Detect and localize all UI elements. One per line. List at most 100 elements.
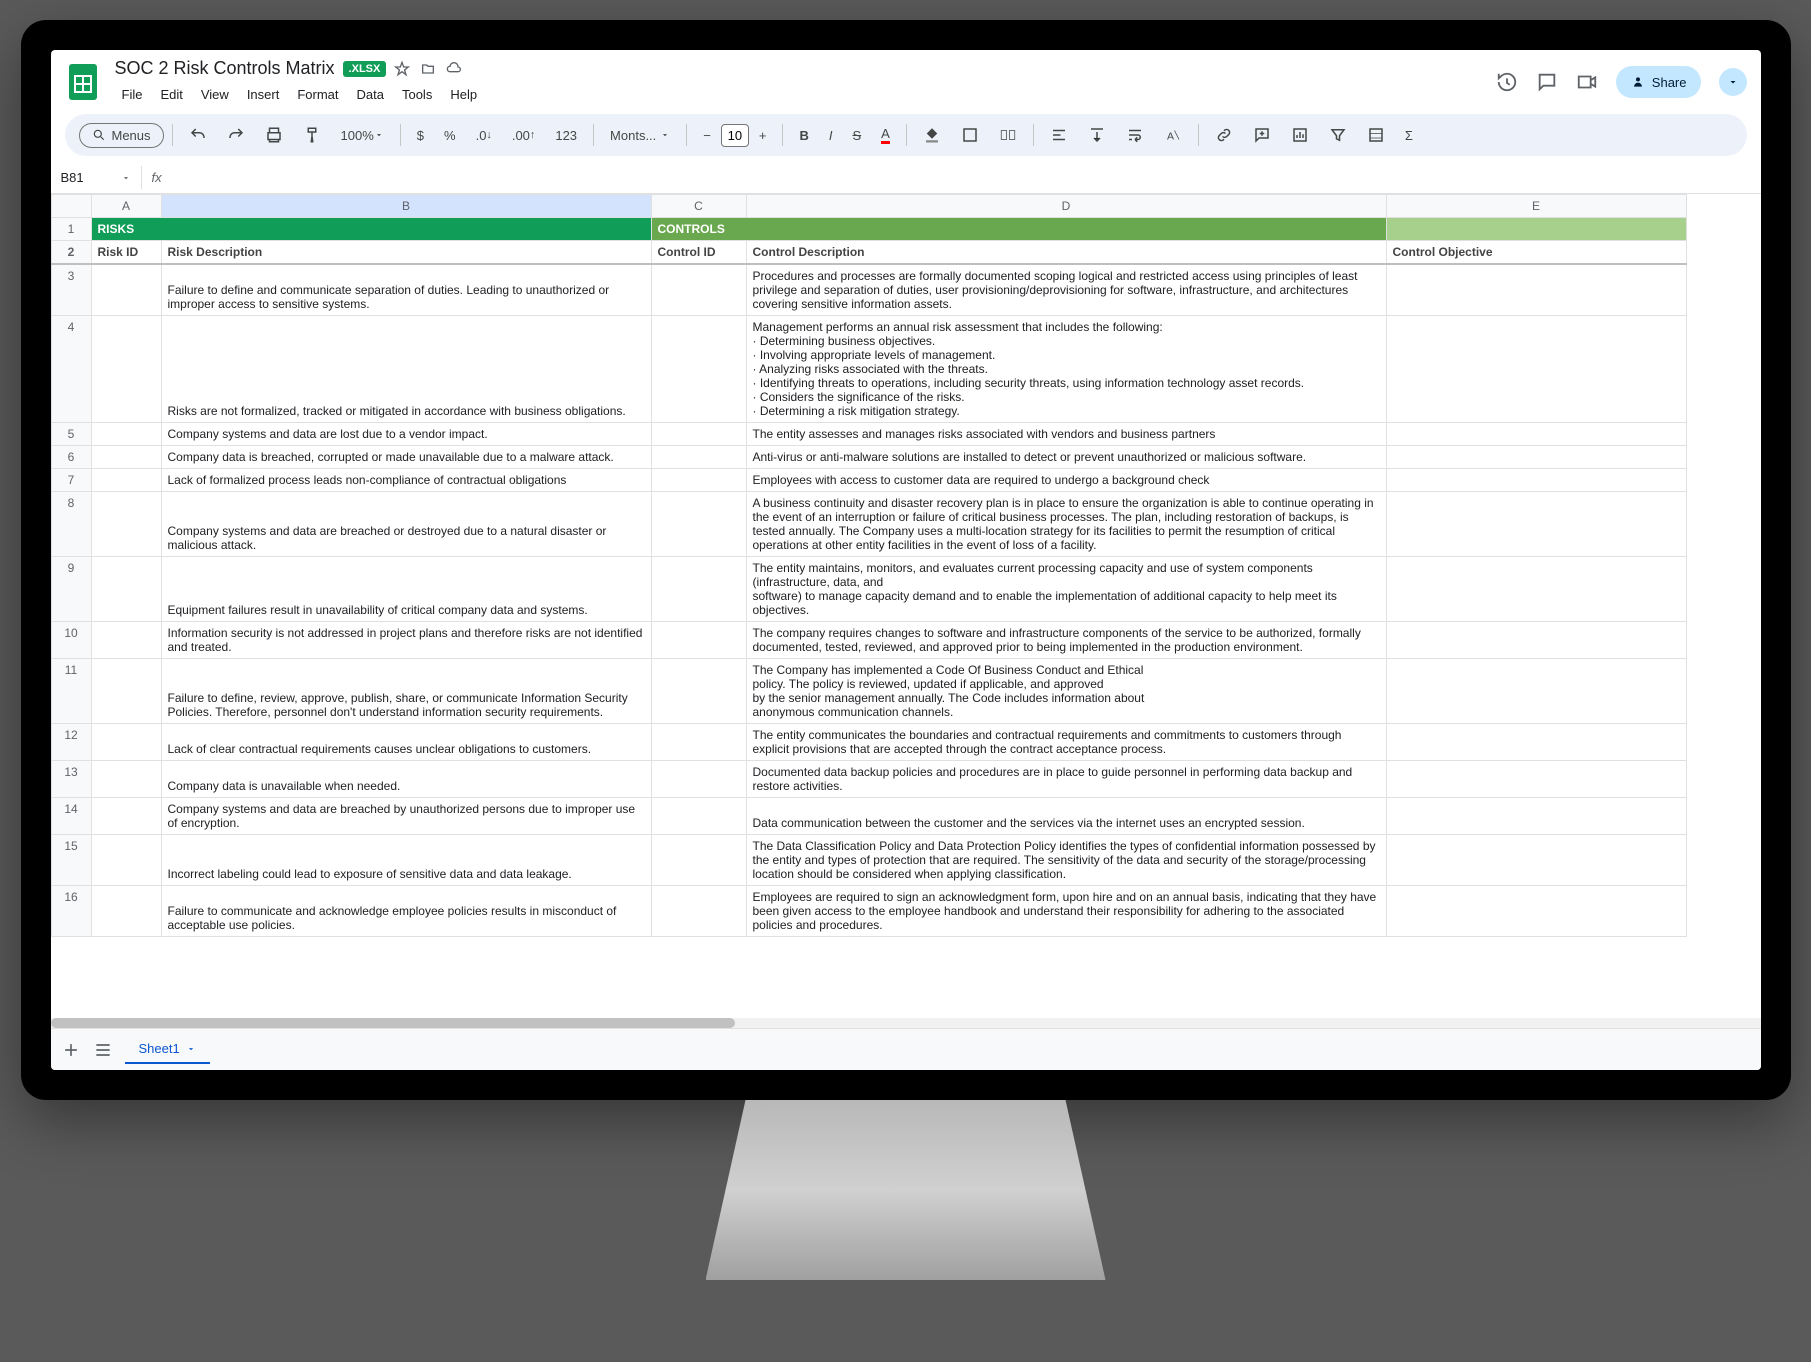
cell[interactable] (651, 886, 746, 937)
rotate-button[interactable]: A (1156, 120, 1190, 150)
increase-decimal-button[interactable]: .00↑ (504, 122, 544, 149)
cell[interactable] (1386, 446, 1686, 469)
row-header[interactable]: 12 (51, 724, 91, 761)
menu-view[interactable]: View (194, 83, 236, 106)
row-header[interactable]: 14 (51, 798, 91, 835)
comment-icon[interactable] (1536, 71, 1558, 93)
font-select[interactable]: Monts... (602, 124, 678, 147)
cell[interactable] (651, 264, 746, 316)
cell[interactable]: Data communication between the customer … (746, 798, 1386, 835)
controls-header-e[interactable] (1386, 218, 1686, 241)
star-icon[interactable] (394, 61, 410, 77)
table-view-button[interactable] (1359, 120, 1393, 150)
fill-color-button[interactable] (915, 120, 949, 150)
row-header[interactable]: 15 (51, 835, 91, 886)
cell[interactable]: The company requires changes to software… (746, 622, 1386, 659)
cell[interactable] (91, 798, 161, 835)
share-button[interactable]: Share (1616, 66, 1701, 98)
row-header[interactable]: 9 (51, 557, 91, 622)
bold-button[interactable]: B (791, 122, 816, 149)
cell[interactable] (1386, 264, 1686, 316)
cell[interactable] (1386, 761, 1686, 798)
cell[interactable] (91, 622, 161, 659)
row-header[interactable]: 10 (51, 622, 91, 659)
cell[interactable] (1386, 316, 1686, 423)
print-button[interactable] (257, 120, 291, 150)
align-button[interactable] (1042, 120, 1076, 150)
insert-chart-button[interactable] (1283, 120, 1317, 150)
cell[interactable] (651, 469, 746, 492)
cell[interactable] (651, 446, 746, 469)
history-icon[interactable] (1496, 71, 1518, 93)
cell[interactable]: Failure to define, review, approve, publ… (161, 659, 651, 724)
cell[interactable]: Lack of clear contractual requirements c… (161, 724, 651, 761)
add-sheet-button[interactable] (61, 1040, 81, 1060)
cell[interactable]: Documented data backup policies and proc… (746, 761, 1386, 798)
cell[interactable]: Control Objective (1386, 241, 1686, 265)
cell[interactable]: The entity maintains, monitors, and eval… (746, 557, 1386, 622)
cell[interactable] (1386, 724, 1686, 761)
menu-edit[interactable]: Edit (153, 83, 189, 106)
valign-button[interactable] (1080, 120, 1114, 150)
col-header-A[interactable]: A (91, 195, 161, 218)
cell[interactable]: Risks are not formalized, tracked or mit… (161, 316, 651, 423)
italic-button[interactable]: I (821, 122, 841, 149)
cell[interactable] (1386, 423, 1686, 446)
cell[interactable] (1386, 557, 1686, 622)
cell[interactable]: Anti-virus or anti-malware solutions are… (746, 446, 1386, 469)
row-header[interactable]: 3 (51, 264, 91, 316)
functions-button[interactable]: Σ (1397, 122, 1421, 149)
cell[interactable] (1386, 886, 1686, 937)
strikethrough-button[interactable]: S (845, 122, 870, 149)
undo-button[interactable] (181, 120, 215, 150)
cell[interactable] (651, 557, 746, 622)
cell[interactable] (1386, 492, 1686, 557)
link-button[interactable] (1207, 120, 1241, 150)
meet-icon[interactable] (1576, 71, 1598, 93)
cell[interactable]: Failure to define and communicate separa… (161, 264, 651, 316)
percent-button[interactable]: % (436, 122, 464, 149)
filter-button[interactable] (1321, 120, 1355, 150)
menu-format[interactable]: Format (290, 83, 345, 106)
cell[interactable]: Company data is unavailable when needed. (161, 761, 651, 798)
cell[interactable]: Risk Description (161, 241, 651, 265)
name-box[interactable]: B81 (51, 166, 141, 189)
menu-file[interactable]: File (115, 83, 150, 106)
horizontal-scrollbar[interactable] (51, 1018, 1761, 1028)
row-header[interactable]: 1 (51, 218, 91, 241)
merge-button[interactable] (991, 120, 1025, 150)
col-header-E[interactable]: E (1386, 195, 1686, 218)
cell[interactable]: Equipment failures result in unavailabil… (161, 557, 651, 622)
cell[interactable]: Company systems and data are lost due to… (161, 423, 651, 446)
cell[interactable] (91, 659, 161, 724)
increase-font-button[interactable]: + (751, 122, 775, 149)
redo-button[interactable] (219, 120, 253, 150)
cell[interactable]: Company systems and data are breached or… (161, 492, 651, 557)
col-header-D[interactable]: D (746, 195, 1386, 218)
cell[interactable]: Risk ID (91, 241, 161, 265)
wrap-button[interactable] (1118, 120, 1152, 150)
row-header[interactable]: 13 (51, 761, 91, 798)
cell[interactable] (91, 264, 161, 316)
sheet-tab[interactable]: Sheet1 (125, 1035, 210, 1064)
cloud-icon[interactable] (446, 61, 462, 77)
cell[interactable] (651, 659, 746, 724)
select-all-corner[interactable] (51, 195, 91, 218)
move-icon[interactable] (420, 61, 436, 77)
cell[interactable]: Control Description (746, 241, 1386, 265)
menu-tools[interactable]: Tools (395, 83, 439, 106)
zoom-select[interactable]: 100% (333, 122, 392, 149)
cell[interactable]: Procedures and processes are formally do… (746, 264, 1386, 316)
cell[interactable] (91, 423, 161, 446)
cell[interactable] (91, 724, 161, 761)
decrease-font-button[interactable]: − (695, 122, 719, 149)
paint-format-button[interactable] (295, 120, 329, 150)
cell[interactable]: The entity assesses and manages risks as… (746, 423, 1386, 446)
cell[interactable]: Control ID (651, 241, 746, 265)
cell[interactable] (651, 835, 746, 886)
cell[interactable] (91, 557, 161, 622)
cell[interactable] (91, 835, 161, 886)
cell[interactable] (1386, 798, 1686, 835)
share-dropdown-icon[interactable] (1719, 68, 1747, 96)
cell[interactable] (651, 724, 746, 761)
